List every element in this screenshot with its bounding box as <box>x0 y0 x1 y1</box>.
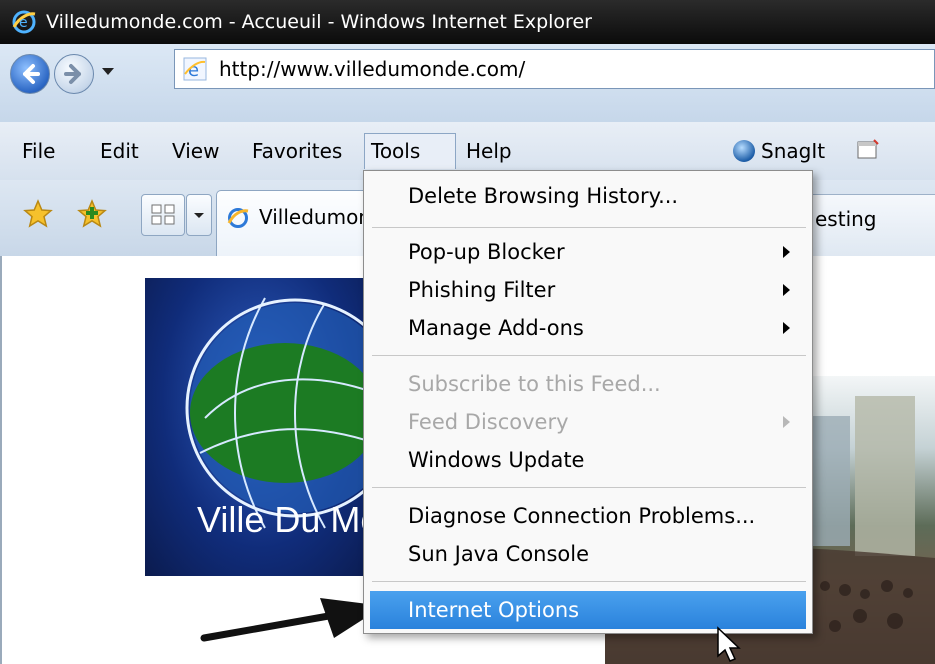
menu-tools[interactable]: Tools <box>364 133 456 169</box>
menuitem-label: Pop-up Blocker <box>408 240 565 264</box>
back-button[interactable] <box>10 54 50 94</box>
forward-arrow-icon <box>64 64 81 84</box>
chevron-right-icon <box>783 284 790 296</box>
chevron-right-icon <box>783 416 790 428</box>
menu-separator <box>372 355 806 356</box>
menu-help[interactable]: Help <box>460 133 518 169</box>
menuitem-label: Manage Add-ons <box>408 316 584 340</box>
menu-separator <box>372 227 806 228</box>
quick-tabs-icon <box>151 204 175 225</box>
back-arrow-icon <box>23 64 40 84</box>
menuitem-windows-update[interactable]: Windows Update <box>370 441 806 479</box>
menuitem-feed-discovery: Feed Discovery <box>370 403 806 441</box>
menuitem-internet-options[interactable]: Internet Options <box>370 591 806 629</box>
recent-pages-dropdown[interactable] <box>102 68 114 75</box>
svg-text:e: e <box>19 15 28 31</box>
menuitem-subscribe-feed: Subscribe to this Feed... <box>408 372 661 396</box>
snagit-button[interactable]: SnagIt <box>733 136 825 166</box>
menu-view[interactable]: View <box>166 133 225 169</box>
ie-logo-icon <box>227 208 249 228</box>
address-bar[interactable]: e http://www.villedumonde.com/ <box>174 49 935 89</box>
add-favorites-icon[interactable] <box>76 198 108 230</box>
address-url: http://www.villedumonde.com/ <box>219 57 526 81</box>
chevron-down-icon <box>194 213 204 218</box>
menuitem-sun-java-console[interactable]: Sun Java Console <box>370 535 806 573</box>
menu-separator <box>372 581 806 582</box>
tools-dropdown-menu: Delete Browsing History... Pop-up Blocke… <box>363 170 813 634</box>
tab-title: esting <box>815 207 877 231</box>
ie-logo-icon: e <box>183 57 207 81</box>
menuitem-popup-blocker[interactable]: Pop-up Blocker <box>370 233 806 271</box>
window-title: Villedumonde.com - Accueuil - Windows In… <box>46 11 592 33</box>
menuitem-delete-browsing-history[interactable]: Delete Browsing History... <box>370 177 806 215</box>
snagit-label: SnagIt <box>761 139 826 163</box>
snagit-icon <box>733 140 755 162</box>
menuitem-diagnose-connection[interactable]: Diagnose Connection Problems... <box>370 497 806 535</box>
menu-edit[interactable]: Edit <box>94 133 145 169</box>
site-logo: Ville Du Monde <box>145 278 375 576</box>
address-toolbar: e http://www.villedumonde.com/ <box>0 44 935 122</box>
chevron-right-icon <box>783 246 790 258</box>
window-titlebar: e Villedumonde.com - Accueuil - Windows … <box>0 0 935 44</box>
menu-favorites[interactable]: Favorites <box>246 133 348 169</box>
favorites-star-icon[interactable] <box>22 198 54 230</box>
quick-tabs-button[interactable] <box>141 194 185 236</box>
chevron-right-icon <box>783 322 790 334</box>
snagit-window-icon[interactable] <box>856 138 880 160</box>
menuitem-manage-addons[interactable]: Manage Add-ons <box>370 309 806 347</box>
menu-separator <box>372 487 806 488</box>
logo-text: Ville Du Monde <box>197 499 375 540</box>
menuitem-label: Phishing Filter <box>408 278 556 302</box>
ie-logo-icon: e <box>12 10 36 34</box>
tab-list-button[interactable] <box>186 194 212 236</box>
annotation-arrow-icon <box>200 598 384 642</box>
forward-button[interactable] <box>54 54 94 94</box>
menuitem-label: Feed Discovery <box>408 410 569 434</box>
menu-file[interactable]: File <box>16 133 61 169</box>
menuitem-phishing-filter[interactable]: Phishing Filter <box>370 271 806 309</box>
mouse-pointer-icon <box>717 626 741 662</box>
